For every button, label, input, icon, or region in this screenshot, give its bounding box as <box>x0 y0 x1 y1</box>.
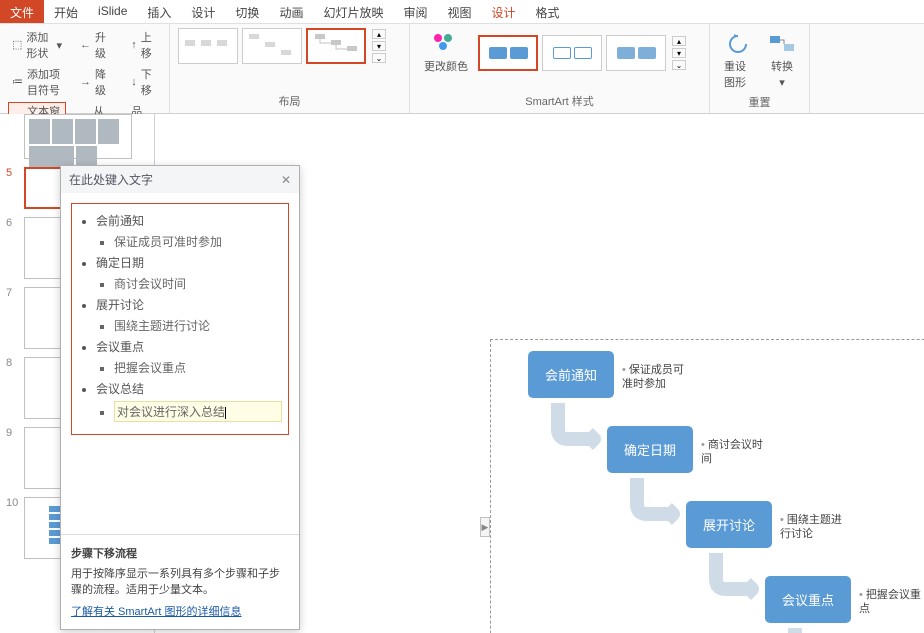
tab-design-tool[interactable]: 设计 <box>482 0 526 23</box>
demote-icon: → <box>80 76 91 88</box>
text-pane-body[interactable]: 会前通知 保证成员可准时参加 确定日期 商讨会议时间 展开讨论 围绕主题进行讨论… <box>61 193 299 534</box>
smartart-node-3[interactable]: 展开讨论 <box>686 501 772 548</box>
arrow-icon <box>550 403 610 453</box>
down-icon: ↓ <box>131 76 137 88</box>
tab-view[interactable]: 视图 <box>437 0 481 23</box>
style-option-3[interactable] <box>606 35 666 71</box>
outline-l2[interactable]: 商讨会议时间 <box>114 275 282 292</box>
layout-option-1[interactable] <box>178 28 238 64</box>
convert-icon <box>768 32 796 56</box>
reset-icon <box>724 32 752 56</box>
menu-tabs: 文件 开始 iSlide 插入 设计 切换 动画 幻灯片放映 审阅 视图 设计 … <box>0 0 924 24</box>
text-pane-header: 在此处键入文字 ✕ <box>61 166 299 193</box>
footer-desc: 用于按降序显示一系列具有多个步骤和子步骤的流程。适用于少量文本。 <box>71 565 289 597</box>
demote-button[interactable]: →降级 <box>76 65 117 99</box>
footer-title: 步骤下移流程 <box>71 545 289 561</box>
smartart-caption-4: • 把握会议重点 <box>859 588 924 616</box>
tab-insert[interactable]: 插入 <box>137 0 181 23</box>
close-icon[interactable]: ✕ <box>281 173 291 187</box>
text-pane: 在此处键入文字 ✕ 会前通知 保证成员可准时参加 确定日期 商讨会议时间 展开讨… <box>60 165 300 630</box>
convert-button[interactable]: 转换▾ <box>762 28 802 94</box>
style-option-2[interactable] <box>542 35 602 71</box>
layout-option-3[interactable] <box>306 28 366 64</box>
text-pane-footer: 步骤下移流程 用于按降序显示一系列具有多个步骤和子步骤的流程。适用于少量文本。 … <box>61 534 299 629</box>
tab-show[interactable]: 幻灯片放映 <box>313 0 393 23</box>
style-gallery-down[interactable]: ▾ <box>672 48 686 58</box>
change-color-button[interactable]: 更改颜色 <box>418 28 474 78</box>
outline-l2[interactable]: 把握会议重点 <box>114 359 282 376</box>
style-gallery-more[interactable]: ⌄ <box>672 60 686 70</box>
style-gallery-up[interactable]: ▴ <box>672 36 686 46</box>
add-shape-button[interactable]: ⬚添加形状▾ <box>8 28 66 62</box>
move-up-button[interactable]: ↑上移 <box>127 28 161 62</box>
tab-format[interactable]: 格式 <box>526 0 570 23</box>
add-shape-icon: ⬚ <box>12 38 22 52</box>
outline-l2[interactable]: 保证成员可准时参加 <box>114 233 282 250</box>
footer-link[interactable]: 了解有关 SmartArt 图形的详细信息 <box>71 603 289 619</box>
tab-islide[interactable]: iSlide <box>88 0 137 23</box>
promote-button[interactable]: ←升级 <box>76 28 117 62</box>
layout-gallery-more[interactable]: ⌄ <box>372 53 386 63</box>
move-down-button[interactable]: ↓下移 <box>127 65 161 99</box>
group-layout: 布局 <box>178 93 401 109</box>
up-icon: ↑ <box>131 39 137 51</box>
outline-l2[interactable]: 围绕主题进行讨论 <box>114 317 282 334</box>
dropdown-icon: ▾ <box>57 39 63 52</box>
reset-graphic-button[interactable]: 重设图形 <box>718 28 758 94</box>
group-smartart-style: SmartArt 样式 <box>418 93 701 109</box>
layout-gallery-down[interactable]: ▾ <box>372 41 386 51</box>
outline-l1[interactable]: 会议总结 <box>96 380 282 397</box>
smartart-node-1[interactable]: 会前通知 <box>528 351 614 398</box>
promote-icon: ← <box>80 39 91 51</box>
layout-option-2[interactable] <box>242 28 302 64</box>
smartart-caption-1: • 保证成员可准时参加 <box>622 363 692 391</box>
slide-thumb-4[interactable] <box>0 114 154 163</box>
arrow-icon <box>629 478 689 528</box>
outline-l1[interactable]: 会前通知 <box>96 212 282 229</box>
style-option-1[interactable] <box>478 35 538 71</box>
outline-l1[interactable]: 展开讨论 <box>96 296 282 313</box>
add-bullet-button[interactable]: ≔添加项目符号 <box>8 65 66 99</box>
text-outline[interactable]: 会前通知 保证成员可准时参加 确定日期 商讨会议时间 展开讨论 围绕主题进行讨论… <box>71 203 289 435</box>
tab-transition[interactable]: 切换 <box>225 0 269 23</box>
tab-anim[interactable]: 动画 <box>269 0 313 23</box>
change-color-icon <box>432 32 460 56</box>
layout-gallery-up[interactable]: ▴ <box>372 29 386 39</box>
outline-l1[interactable]: 会议重点 <box>96 338 282 355</box>
arrow-icon <box>708 553 768 603</box>
bullet-icon: ≔ <box>12 75 23 89</box>
text-cursor <box>225 407 226 419</box>
smartart-caption-2: • 商讨会议时间 <box>701 438 771 466</box>
outline-l2-editing[interactable]: 对会议进行深入总结 <box>114 401 282 422</box>
tab-design[interactable]: 设计 <box>181 0 225 23</box>
text-pane-title: 在此处键入文字 <box>69 171 153 188</box>
dropdown-icon: ▾ <box>779 76 785 89</box>
textpane-expand-button[interactable]: ▶ <box>480 517 490 537</box>
group-reset: 重置 <box>718 94 801 110</box>
arrow-icon <box>787 628 847 633</box>
smartart-node-4[interactable]: 会议重点 <box>765 576 851 623</box>
smartart-caption-3: • 围绕主题进行讨论 <box>780 513 850 541</box>
tab-start[interactable]: 开始 <box>44 0 88 23</box>
outline-l1[interactable]: 确定日期 <box>96 254 282 271</box>
tab-file[interactable]: 文件 <box>0 0 44 23</box>
tab-review[interactable]: 审阅 <box>393 0 437 23</box>
smartart-node-2[interactable]: 确定日期 <box>607 426 693 473</box>
ribbon: ⬚添加形状▾ ≔添加项目符号 ▤文本窗格 ←升级 →降级 ⇄从右向左 ↑上移 ↓… <box>0 24 924 114</box>
